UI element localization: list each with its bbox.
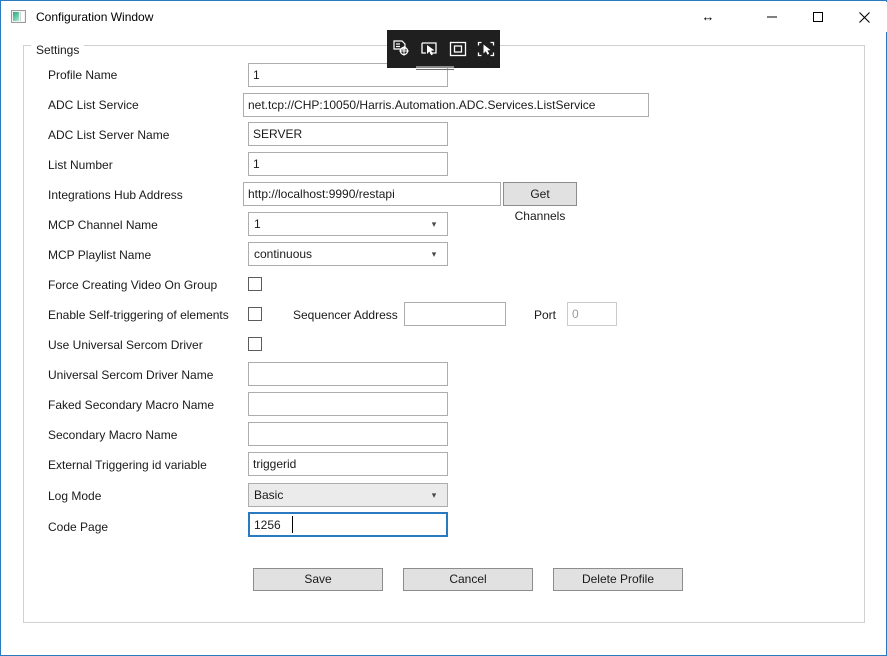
force-creating-video-on-group-checkbox[interactable] [248,277,262,291]
maximize-button[interactable] [795,2,841,32]
use-universal-sercom-driver-checkbox[interactable] [248,337,262,351]
chevron-down-icon: ▾ [425,219,443,230]
label-force-creating-video-on-group: Force Creating Video On Group [48,277,217,293]
label-enable-self-triggering: Enable Self-triggering of elements [48,307,229,323]
secondary-macro-name-input[interactable] [248,422,448,446]
label-universal-sercom-driver-name: Universal Sercom Driver Name [48,367,213,383]
port-input[interactable] [567,302,617,326]
list-number-input[interactable] [248,152,448,176]
log-mode-combo[interactable]: Basic ▾ [248,483,448,507]
label-external-triggering-id-variable: External Triggering id variable [48,457,207,473]
get-channels-button[interactable]: Get Channels [503,182,577,206]
configuration-window: Configuration Window ↔ [0,0,887,656]
mcp-playlist-name-combo[interactable]: continuous ▾ [248,242,448,266]
label-mcp-playlist-name: MCP Playlist Name [48,247,151,263]
mcp-channel-name-value: 1 [249,217,425,231]
save-button[interactable]: Save [253,568,383,591]
enable-self-triggering-checkbox[interactable] [248,307,262,321]
capture-overlay-toolbar[interactable] [387,30,500,68]
log-mode-value: Basic [249,488,425,502]
toolbar-underline-secondary [416,69,454,70]
delete-profile-button[interactable]: Delete Profile [553,568,683,591]
mcp-playlist-name-value: continuous [249,247,425,261]
minimize-button[interactable] [749,2,795,32]
chevron-down-icon: ▾ [425,249,443,260]
label-adc-list-service: ADC List Service [48,97,139,113]
adc-list-service-input[interactable] [243,93,649,117]
adc-list-server-name-input[interactable] [248,122,448,146]
label-sequencer-address: Sequencer Address [293,307,398,323]
caption-button-group [749,2,887,32]
mcp-channel-name-combo[interactable]: 1 ▾ [248,212,448,236]
label-port: Port [534,307,556,323]
label-log-mode: Log Mode [48,488,101,504]
extract-text-icon[interactable] [388,36,414,62]
external-triggering-id-input[interactable] [248,452,448,476]
label-adc-list-server-name: ADC List Server Name [48,127,169,143]
window-title: Configuration Window [36,2,153,32]
integrations-hub-address-input[interactable] [243,182,501,206]
label-mcp-channel-name: MCP Channel Name [48,217,158,233]
label-code-page: Code Page [48,519,108,535]
close-button[interactable] [841,2,887,32]
label-faked-secondary-macro-name: Faked Secondary Macro Name [48,397,214,413]
text-caret [292,516,293,533]
label-secondary-macro-name: Secondary Macro Name [48,427,177,443]
toolbar-underline [416,66,454,68]
select-region-icon[interactable] [445,36,471,62]
label-profile-name: Profile Name [48,67,117,83]
horizontal-resize-cursor-icon: ↔ [699,8,717,26]
chevron-down-icon: ▾ [425,490,443,501]
label-integrations-hub-address: Integrations Hub Address [48,187,183,203]
window-picture-icon [11,9,27,25]
sequencer-address-input[interactable] [404,302,506,326]
label-list-number: List Number [48,157,113,173]
title-bar: Configuration Window ↔ [2,2,887,32]
select-window-icon[interactable] [416,36,442,62]
select-element-icon[interactable] [473,36,499,62]
universal-sercom-driver-name-input[interactable] [248,362,448,386]
settings-group-title: Settings [31,43,84,57]
code-page-input[interactable] [248,512,448,537]
label-use-universal-sercom-driver: Use Universal Sercom Driver [48,337,203,353]
cancel-button[interactable]: Cancel [403,568,533,591]
faked-secondary-macro-name-input[interactable] [248,392,448,416]
